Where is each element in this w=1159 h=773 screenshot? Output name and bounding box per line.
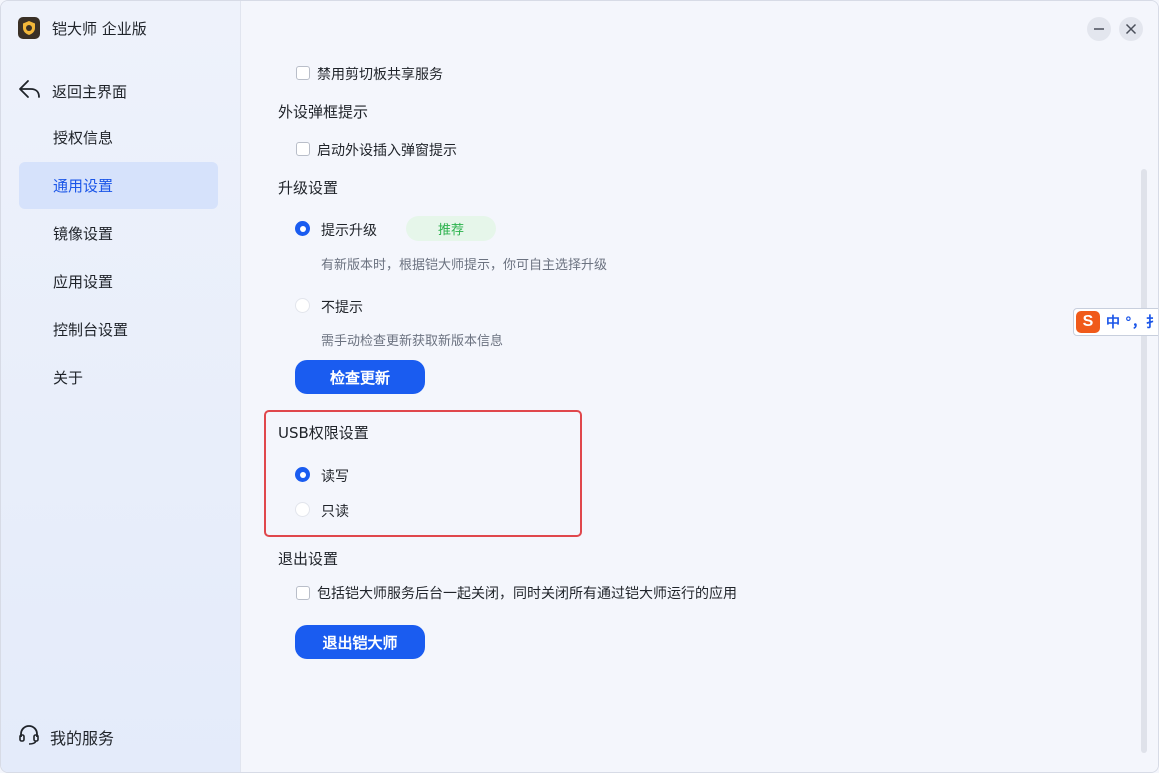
my-service-label: 我的服务 xyxy=(50,729,115,748)
upgrade-no-prompt-hint: 需手动检查更新获取新版本信息 xyxy=(321,334,504,349)
check-update-button[interactable]: 检查更新 xyxy=(295,360,425,394)
sidebar-item-about[interactable]: 关于 xyxy=(19,354,218,401)
sidebar-item-console[interactable]: 控制台设置 xyxy=(19,306,218,353)
upgrade-prompt-hint: 有新版本时，根据铠大师提示，你可自主选择升级 xyxy=(321,258,608,273)
exit-all-checkbox[interactable] xyxy=(296,586,310,600)
clipboard-disable-checkbox[interactable] xyxy=(296,66,310,80)
usb-readonly-label: 只读 xyxy=(321,504,349,520)
my-service-button[interactable]: 我的服务 xyxy=(18,724,114,750)
exit-all-label: 包括铠大师服务后台一起关闭，同时关闭所有通过铠大师运行的应用 xyxy=(317,586,737,602)
settings-content: 禁用剪切板共享服务 外设弹框提示 启动外设插入弹窗提示 升级设置 提示升级 推荐… xyxy=(241,1,1158,772)
sidebar-item-image[interactable]: 镜像设置 xyxy=(19,210,218,257)
back-to-main-button[interactable]: 返回主界面 xyxy=(18,78,127,104)
usb-readwrite-label: 读写 xyxy=(321,469,349,485)
sogou-logo-icon: S xyxy=(1076,311,1100,333)
brand: 铠大师 企业版 xyxy=(18,17,147,39)
sidebar-item-apps[interactable]: 应用设置 xyxy=(19,258,218,305)
sidebar-item-license[interactable]: 授权信息 xyxy=(19,114,218,161)
ime-toolbar[interactable]: S 中 °，扌 xyxy=(1073,308,1159,336)
headset-icon xyxy=(18,724,40,750)
sidebar-nav: 授权信息 通用设置 镜像设置 应用设置 控制台设置 关于 xyxy=(19,114,218,402)
app-logo-icon xyxy=(18,17,40,39)
back-arrow-icon xyxy=(18,78,42,104)
app-window: 铠大师 企业版 返回主界面 授权信息 通用设置 镜像设置 应用设置 控制台设置 … xyxy=(0,0,1159,773)
peripheral-popup-label: 启动外设插入弹窗提示 xyxy=(317,143,457,159)
usb-readonly-radio[interactable] xyxy=(295,502,310,517)
clipboard-disable-label: 禁用剪切板共享服务 xyxy=(317,67,443,83)
exit-app-button[interactable]: 退出铠大师 xyxy=(295,625,425,659)
minimize-icon xyxy=(1093,20,1105,39)
sidebar: 铠大师 企业版 返回主界面 授权信息 通用设置 镜像设置 应用设置 控制台设置 … xyxy=(1,1,241,772)
back-label: 返回主界面 xyxy=(52,82,128,101)
ime-status-text: 中 °，扌 xyxy=(1106,315,1159,331)
upgrade-heading: 升级设置 xyxy=(278,179,339,197)
scrollbar[interactable] xyxy=(1141,169,1147,753)
upgrade-prompt-label: 提示升级 xyxy=(321,223,377,239)
upgrade-no-prompt-label: 不提示 xyxy=(321,300,363,316)
peripheral-heading: 外设弹框提示 xyxy=(278,103,369,121)
close-icon xyxy=(1125,20,1137,39)
close-button[interactable] xyxy=(1119,17,1143,41)
usb-readwrite-radio[interactable] xyxy=(295,467,310,482)
exit-heading: 退出设置 xyxy=(278,550,339,568)
peripheral-popup-checkbox[interactable] xyxy=(296,142,310,156)
upgrade-prompt-radio[interactable] xyxy=(295,221,310,236)
app-title: 铠大师 企业版 xyxy=(52,19,147,38)
upgrade-no-prompt-radio[interactable] xyxy=(295,298,310,313)
recommend-badge: 推荐 xyxy=(406,216,496,241)
minimize-button[interactable] xyxy=(1087,17,1111,41)
sidebar-item-general[interactable]: 通用设置 xyxy=(19,162,218,209)
usb-heading: USB权限设置 xyxy=(278,424,369,442)
